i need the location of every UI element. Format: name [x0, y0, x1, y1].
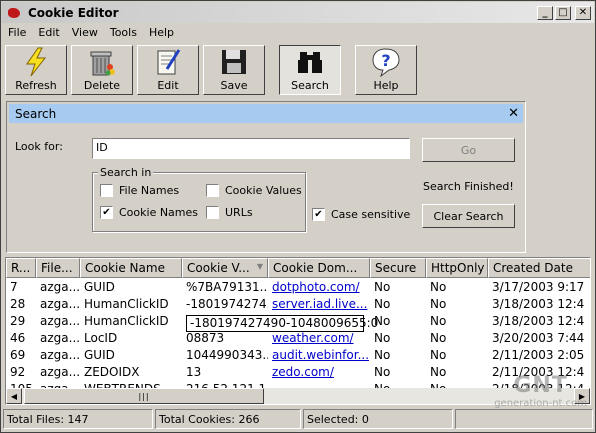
col-header[interactable]: HttpOnly	[426, 258, 488, 278]
trash-can-icon	[86, 46, 118, 78]
menu-help[interactable]: Help	[143, 26, 180, 39]
search-panel-title: Search	[15, 106, 57, 121]
go-button[interactable]: Go	[422, 138, 515, 162]
scroll-pen-icon	[152, 46, 184, 78]
checkmark-icon: ✔	[100, 206, 113, 219]
case-sensitive-checkbox[interactable]: ✔ Case sensitive	[312, 208, 410, 221]
maximize-button[interactable]: □	[555, 5, 571, 20]
menu-bar: File Edit View Tools Help	[2, 23, 594, 42]
file-names-checkbox[interactable]: File Names	[100, 184, 179, 197]
col-header[interactable]: Cookie Dom...	[268, 258, 370, 278]
cookie-values-checkbox[interactable]: Cookie Values	[206, 184, 302, 197]
edit-button[interactable]: Edit	[137, 45, 199, 95]
scroll-left-icon[interactable]: ◀	[6, 388, 22, 404]
total-cookies-status: Total Cookies: 266	[155, 409, 301, 429]
cookie-app-icon	[6, 5, 22, 21]
checkmark-icon: ✔	[312, 208, 325, 221]
status-bar: Total Files: 147 Total Cookies: 266 Sele…	[3, 409, 593, 429]
minimize-button[interactable]: _	[537, 5, 553, 20]
help-label: Help	[373, 79, 399, 92]
window-title: Cookie Editor	[28, 5, 119, 20]
svg-text:?: ?	[381, 51, 390, 70]
floppy-disk-icon	[218, 46, 250, 78]
lightning-icon	[20, 46, 52, 78]
status-empty	[455, 409, 593, 429]
search-panel: Search ✕ Look for: ID Go Search Finished…	[6, 101, 526, 253]
search-label: Search	[291, 79, 329, 92]
cookie-value-tooltip: -180197427490-1048009655:0	[186, 315, 378, 332]
menu-tools[interactable]: Tools	[104, 26, 143, 39]
sort-down-icon: ▼	[256, 262, 263, 271]
app-window: Cookie Editor _ □ ✕ File Edit View Tools…	[0, 0, 596, 433]
look-for-label: Look for:	[15, 140, 63, 153]
col-header[interactable]: Cookie Name	[80, 258, 182, 278]
col-header[interactable]: File...	[36, 258, 80, 278]
help-button[interactable]: ? Help	[355, 45, 417, 95]
watermark: GNT generation-nt.com	[494, 373, 587, 409]
save-button[interactable]: Save	[203, 45, 265, 95]
help-question-icon: ?	[370, 46, 402, 78]
table-row[interactable]: 7 azga... GUID %7BA79131... dotphoto.com/No N…	[6, 279, 590, 296]
search-in-label: Search in	[98, 166, 154, 179]
urls-checkbox[interactable]: URLs	[206, 206, 253, 219]
close-window-button[interactable]: ✕	[575, 5, 591, 20]
menu-view[interactable]: View	[66, 26, 104, 39]
col-header[interactable]: Created Date	[488, 258, 590, 278]
delete-button[interactable]: Delete	[71, 45, 133, 95]
col-header[interactable]: Secure	[370, 258, 426, 278]
table-header: R... File... Cookie Name Cookie V... ▼ C…	[6, 258, 590, 278]
close-icon[interactable]: ✕	[508, 106, 519, 121]
clear-search-button[interactable]: Clear Search	[422, 204, 515, 228]
table-row[interactable]: 28azga...HumanClickID-1801974274...serve…	[6, 296, 590, 313]
refresh-label: Refresh	[15, 79, 57, 92]
toolbar: Refresh Delete Edit Save Search ? Help	[5, 45, 417, 97]
search-panel-header: Search ✕	[9, 104, 523, 123]
binoculars-icon	[294, 46, 326, 78]
edit-label: Edit	[157, 79, 179, 92]
table-row[interactable]: 69 azga... GUID 1044990343... audit.webinfor…	[6, 347, 590, 364]
col-header-sorted[interactable]: Cookie V... ▼	[182, 258, 268, 278]
save-label: Save	[220, 79, 248, 92]
cookie-names-checkbox[interactable]: ✔ Cookie Names	[100, 206, 198, 219]
menu-edit[interactable]: Edit	[32, 26, 65, 39]
title-bar: Cookie Editor _ □ ✕	[2, 2, 594, 23]
col-header[interactable]: R...	[6, 258, 36, 278]
menu-file[interactable]: File	[2, 26, 32, 39]
look-for-input[interactable]: ID	[92, 138, 410, 159]
search-button[interactable]: Search	[279, 45, 341, 95]
refresh-button[interactable]: Refresh	[5, 45, 67, 95]
delete-label: Delete	[83, 79, 121, 92]
table-row[interactable]: 46 azga... LocID 08873 weather.com/No No 3/20/…	[6, 330, 590, 347]
scrollbar-thumb[interactable]: |||	[24, 388, 264, 404]
selected-status: Selected: 0	[303, 409, 453, 429]
total-files-status: Total Files: 147	[3, 409, 153, 429]
search-status: Search Finished!	[423, 180, 514, 193]
search-in-group: Search in File Names Cookie Values ✔ Cook…	[92, 166, 306, 232]
